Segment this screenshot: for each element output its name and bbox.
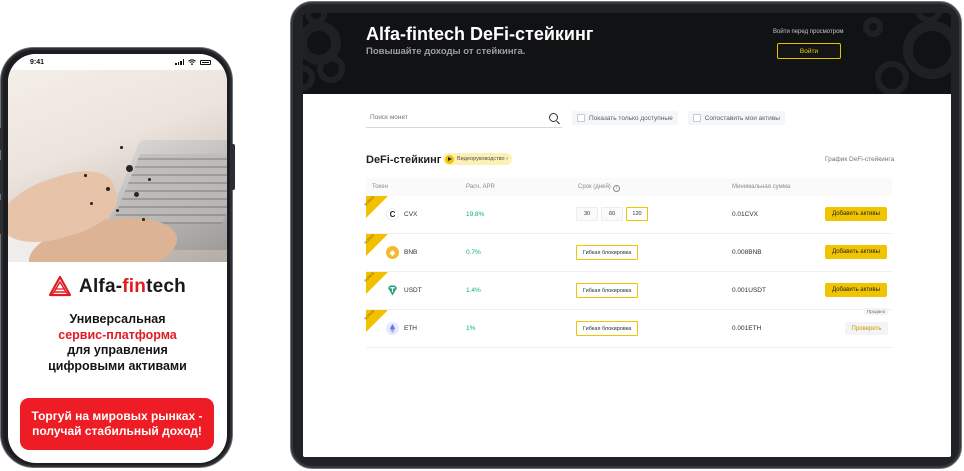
col-term: Срок (дней) i bbox=[578, 184, 620, 192]
tagline: Универсальная сервис-платформа для управ… bbox=[8, 312, 227, 374]
cta-line-2: получай стабильный доход! bbox=[32, 424, 202, 438]
tablet-screen: Alfa-fintech DeFi-стейкинг Повышайте дох… bbox=[303, 13, 951, 457]
coin-name: CVX bbox=[404, 211, 418, 218]
coin-name: USDT bbox=[404, 287, 422, 294]
cta-line-1: Торгуй на мировых рынках - bbox=[31, 409, 203, 423]
info-icon[interactable]: i bbox=[612, 185, 620, 192]
page-header: Alfa-fintech DeFi-стейкинг Повышайте дох… bbox=[303, 13, 951, 94]
check-button[interactable]: Проверить bbox=[845, 322, 888, 335]
tagline-line-4: цифровыми активами bbox=[48, 358, 187, 373]
alfa-fintech-logo-icon bbox=[49, 276, 72, 297]
brand-name: Alfa-fintech bbox=[79, 276, 186, 297]
filter-bar: Показать только доступные Сопоставить мо… bbox=[366, 108, 896, 128]
term-option-120[interactable]: 120 bbox=[626, 207, 648, 221]
col-apr: Расч. APR bbox=[466, 184, 495, 190]
eth-coin-icon bbox=[386, 322, 399, 335]
search-icon[interactable] bbox=[549, 113, 558, 122]
brand-lockup: Alfa-fintech bbox=[8, 276, 227, 298]
min-amount: 0.008BNB bbox=[732, 249, 762, 256]
login-button[interactable]: Войти bbox=[777, 43, 841, 59]
term-option-30[interactable]: 30 bbox=[576, 207, 598, 221]
add-assets-button[interactable]: Добавить активы bbox=[825, 283, 887, 297]
table-row: BONUS ETH 1% Гибкая блокировка 0.001ETH … bbox=[364, 308, 892, 348]
filter-match-checkbox[interactable]: Сопоставить мои активы bbox=[687, 111, 785, 125]
min-amount: 0.01CVX bbox=[732, 211, 759, 218]
tablet-mockup: Alfa-fintech DeFi-стейкинг Повышайте дох… bbox=[290, 1, 962, 469]
apr-value: 0.7% bbox=[466, 249, 481, 256]
battery-icon bbox=[200, 59, 211, 65]
table-row: BONUS ◆ BNB 0.7% Гибкая блокировка 0.008… bbox=[364, 233, 892, 272]
add-assets-button[interactable]: Добавить активы bbox=[825, 245, 887, 259]
login-hint: Войти перед просмотром bbox=[773, 29, 844, 35]
hero-image bbox=[8, 70, 227, 262]
filter-available-label: Показать только доступные bbox=[589, 114, 673, 122]
col-min-amount: Минимальная сумма bbox=[732, 184, 791, 190]
tagline-line-3: для управления bbox=[67, 343, 168, 357]
phone-mockup: 9:41 Alfa-fintech Универсальная сервис-п… bbox=[0, 47, 235, 468]
phone-mute-switch bbox=[0, 128, 2, 150]
wifi-icon bbox=[188, 59, 196, 65]
checkbox-icon[interactable] bbox=[692, 114, 701, 122]
filter-available-checkbox[interactable]: Показать только доступные bbox=[572, 111, 678, 125]
table-row: BONUS USDT 1.4% Гибкая блокировка 0.001U… bbox=[364, 271, 892, 310]
phone-power-button bbox=[231, 144, 235, 190]
table-row: BONUS C CVX 19.8% 30 60 120 0.01CVX Доба… bbox=[364, 195, 892, 234]
page-title: Alfa-fintech DeFi-стейкинг bbox=[366, 24, 594, 44]
add-assets-button[interactable]: Добавить активы bbox=[825, 207, 887, 221]
page-subtitle: Повышайте доходы от стейкинга. bbox=[366, 46, 526, 57]
flexible-lock-option[interactable]: Гибкая блокировка bbox=[576, 283, 639, 298]
apr-value: 19.8% bbox=[466, 211, 485, 218]
status-icons bbox=[175, 59, 211, 65]
min-amount: 0.001USDT bbox=[732, 287, 766, 294]
apr-value: 1.4% bbox=[466, 287, 481, 294]
video-guide-label: Видеоруководство › bbox=[457, 156, 508, 162]
video-guide-link[interactable]: Видеоруководство › bbox=[443, 153, 512, 165]
phone-screen: 9:41 Alfa-fintech Универсальная сервис-п… bbox=[8, 54, 227, 463]
checkbox-icon[interactable] bbox=[577, 114, 585, 122]
status-bar: 9:41 bbox=[8, 54, 227, 70]
table-header: Токен Расч. APR Срок (дней) i Минимальная… bbox=[366, 178, 892, 196]
play-icon bbox=[445, 154, 454, 164]
term-option-60[interactable]: 60 bbox=[601, 207, 623, 221]
phone-volume-up bbox=[0, 160, 2, 194]
usdt-coin-icon bbox=[386, 284, 399, 297]
bnb-coin-icon: ◆ bbox=[386, 246, 399, 259]
sold-out-badge: Продано bbox=[864, 308, 889, 315]
coin-name: ETH bbox=[404, 325, 417, 332]
phone-volume-down bbox=[0, 200, 2, 234]
signal-icon bbox=[175, 59, 184, 65]
flexible-lock-option[interactable]: Гибкая блокировка bbox=[576, 321, 639, 336]
section-title: DeFi-стейкинг bbox=[366, 154, 442, 166]
tagline-line-1: Универсальная bbox=[69, 312, 166, 326]
coin-name: BNB bbox=[404, 249, 418, 256]
min-amount: 0.001ETH bbox=[732, 325, 762, 332]
search-field[interactable] bbox=[366, 108, 562, 128]
filter-match-label: Сопоставить мои активы bbox=[704, 114, 780, 122]
staking-chart-link[interactable]: График DeFi-стейкинга bbox=[825, 156, 894, 163]
term-options: 30 60 120 bbox=[576, 207, 648, 221]
flexible-lock-option[interactable]: Гибкая блокировка bbox=[576, 245, 639, 260]
cvx-coin-icon: C bbox=[386, 208, 399, 221]
status-time: 9:41 bbox=[30, 58, 45, 66]
search-input[interactable] bbox=[370, 114, 530, 121]
apr-value: 1% bbox=[466, 325, 476, 332]
cta-banner[interactable]: Торгуй на мировых рынках - получай стаби… bbox=[20, 398, 214, 450]
tagline-line-2: сервис-платформа bbox=[58, 327, 177, 342]
